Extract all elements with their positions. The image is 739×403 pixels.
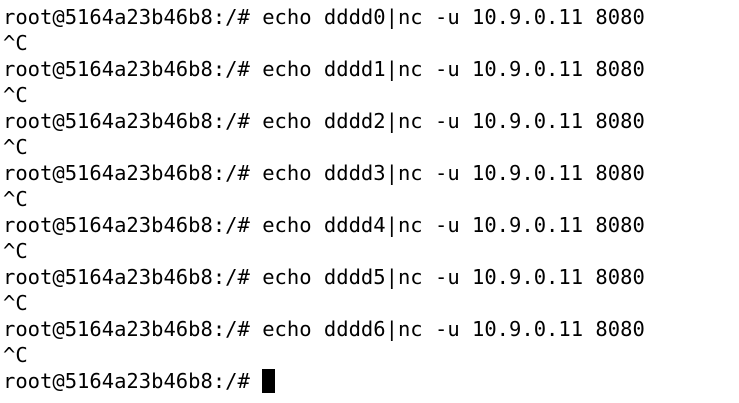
terminal-command-line: root@5164a23b46b8:/# echo dddd1|nc -u 10… <box>3 56 739 82</box>
command-text: echo dddd1|nc -u 10.9.0.11 8080 <box>262 57 645 81</box>
terminal-command-line: root@5164a23b46b8:/# echo dddd0|nc -u 10… <box>3 4 739 30</box>
terminal-output-line: ^C <box>3 342 739 368</box>
terminal-command-line: root@5164a23b46b8:/# echo dddd6|nc -u 10… <box>3 316 739 342</box>
shell-prompt: root@5164a23b46b8:/# <box>3 265 250 289</box>
command-text: echo dddd6|nc -u 10.9.0.11 8080 <box>262 317 645 341</box>
output-text: ^C <box>3 187 28 211</box>
terminal-output-line: ^C <box>3 238 739 264</box>
terminal-command-line: root@5164a23b46b8:/# echo dddd4|nc -u 10… <box>3 212 739 238</box>
command-text: echo dddd0|nc -u 10.9.0.11 8080 <box>262 5 645 29</box>
terminal-command-line: root@5164a23b46b8:/# echo dddd3|nc -u 10… <box>3 160 739 186</box>
output-text: ^C <box>3 135 28 159</box>
shell-prompt: root@5164a23b46b8:/# <box>3 161 250 185</box>
shell-prompt: root@5164a23b46b8:/# <box>3 317 250 341</box>
terminal-output-line: ^C <box>3 134 739 160</box>
output-text: ^C <box>3 291 28 315</box>
text-cursor <box>262 369 276 393</box>
command-text: echo dddd5|nc -u 10.9.0.11 8080 <box>262 265 645 289</box>
output-text: ^C <box>3 239 28 263</box>
terminal-output-line: ^C <box>3 30 739 56</box>
shell-prompt: root@5164a23b46b8:/# <box>3 57 250 81</box>
shell-prompt: root@5164a23b46b8:/# <box>3 5 250 29</box>
output-text: ^C <box>3 343 28 367</box>
terminal-input-line: root@5164a23b46b8:/# <box>3 368 739 394</box>
terminal-output-line: ^C <box>3 186 739 212</box>
output-text: ^C <box>3 83 28 107</box>
shell-prompt: root@5164a23b46b8:/# <box>3 213 250 237</box>
terminal-output-line: ^C <box>3 290 739 316</box>
command-text: echo dddd4|nc -u 10.9.0.11 8080 <box>262 213 645 237</box>
terminal-command-line: root@5164a23b46b8:/# echo dddd5|nc -u 10… <box>3 264 739 290</box>
terminal-command-line: root@5164a23b46b8:/# echo dddd2|nc -u 10… <box>3 108 739 134</box>
shell-prompt: root@5164a23b46b8:/# <box>3 109 250 133</box>
command-text: echo dddd3|nc -u 10.9.0.11 8080 <box>262 161 645 185</box>
shell-prompt: root@5164a23b46b8:/# <box>3 369 250 393</box>
terminal-output-line: ^C <box>3 82 739 108</box>
terminal-window[interactable]: root@5164a23b46b8:/# echo dddd0|nc -u 10… <box>3 4 739 403</box>
command-text: echo dddd2|nc -u 10.9.0.11 8080 <box>262 109 645 133</box>
output-text: ^C <box>3 31 28 55</box>
